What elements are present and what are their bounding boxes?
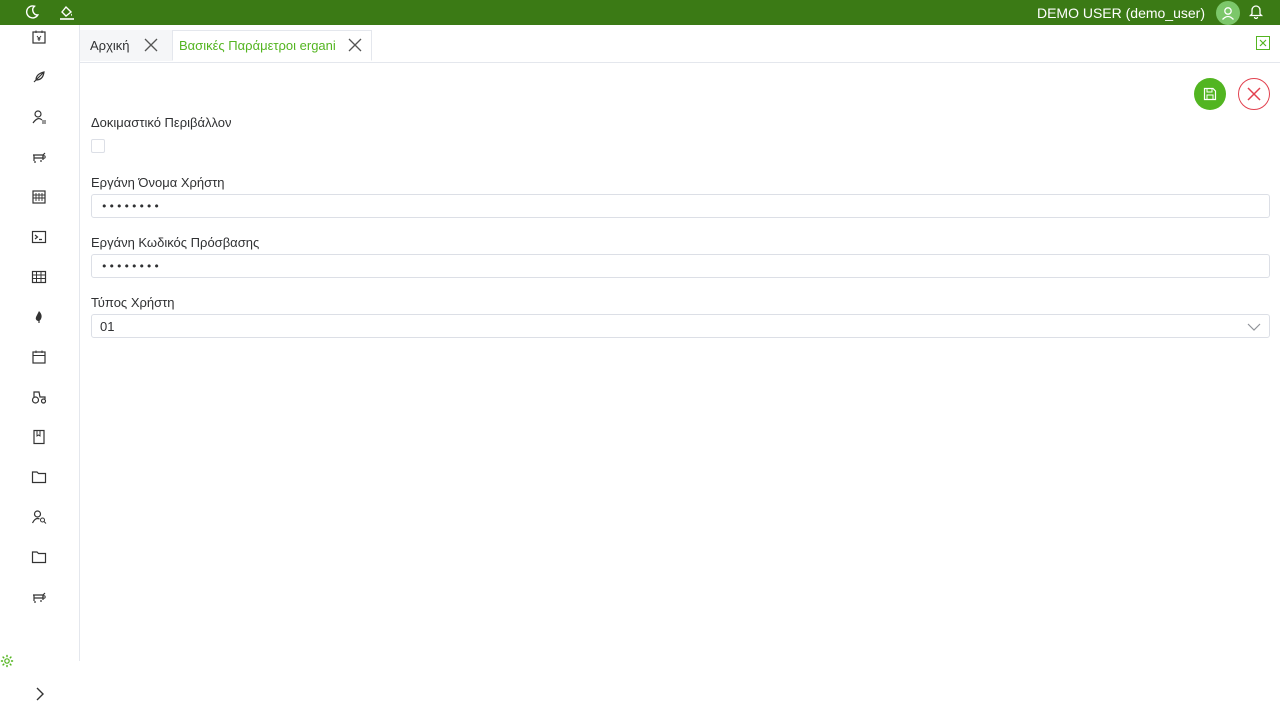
test-env-label: Δοκιμαστικό Περιβάλλον bbox=[91, 115, 232, 130]
table-grid-icon bbox=[31, 270, 47, 284]
user-type-select[interactable]: 01 bbox=[91, 314, 1270, 338]
close-icon bbox=[1247, 87, 1261, 101]
test-env-checkbox[interactable] bbox=[91, 139, 105, 153]
top-bar: DEMO USER (demo_user) bbox=[0, 0, 1280, 25]
user-type-value: 01 bbox=[100, 319, 115, 334]
tractor-icon bbox=[31, 391, 47, 404]
sidebar bbox=[0, 25, 80, 668]
sidebar-item-folder[interactable] bbox=[29, 467, 49, 487]
sidebar-item-calendar-yen[interactable] bbox=[29, 27, 49, 47]
save-button[interactable] bbox=[1194, 78, 1226, 110]
cow-icon bbox=[33, 152, 46, 163]
user-list-icon bbox=[32, 110, 46, 124]
password-label: Εργάνη Κωδικός Πρόσβασης bbox=[91, 235, 260, 250]
tab-label: Βασικές Παράμετροι ergani bbox=[179, 38, 336, 53]
tab-ergani-params[interactable]: Βασικές Παράμετροι ergani bbox=[172, 30, 372, 61]
sidebar-item-tractor[interactable] bbox=[29, 387, 49, 407]
folder-icon bbox=[31, 471, 47, 484]
sidebar-item-terminal[interactable] bbox=[29, 227, 49, 247]
tab-label: Αρχική bbox=[90, 38, 130, 53]
gear-icon[interactable] bbox=[0, 654, 14, 668]
chevron-down-icon bbox=[1247, 320, 1261, 334]
moon-icon[interactable] bbox=[23, 3, 41, 21]
tab-bar: Αρχική Βασικές Παράμετροι ergani bbox=[80, 25, 1280, 63]
fire-icon bbox=[35, 311, 42, 323]
calendar-yen-icon bbox=[32, 30, 46, 44]
folder-icon bbox=[31, 551, 47, 564]
feather-icon bbox=[33, 71, 45, 83]
sidebar-item-folder-2[interactable] bbox=[29, 547, 49, 567]
bell-icon[interactable] bbox=[1247, 2, 1265, 20]
close-icon[interactable] bbox=[348, 38, 362, 52]
chevron-right-icon[interactable] bbox=[32, 684, 48, 704]
sidebar-item-building[interactable] bbox=[29, 187, 49, 207]
save-icon bbox=[1203, 87, 1217, 101]
excel-icon[interactable] bbox=[1256, 36, 1270, 50]
sidebar-item-feather[interactable] bbox=[29, 67, 49, 87]
user-search-icon bbox=[31, 510, 47, 524]
sidebar-item-user-search[interactable] bbox=[29, 507, 49, 527]
user-name[interactable]: DEMO USER (demo_user) bbox=[1037, 5, 1205, 21]
sidebar-item-book[interactable] bbox=[29, 427, 49, 447]
username-label: Εργάνη Όνομα Χρήστη bbox=[91, 175, 225, 190]
sidebar-item-user-list[interactable] bbox=[29, 107, 49, 127]
sidebar-item-fire[interactable] bbox=[29, 307, 49, 327]
user-avatar-icon[interactable] bbox=[1216, 1, 1240, 25]
password-field[interactable] bbox=[91, 254, 1270, 278]
calendar-icon bbox=[32, 350, 46, 364]
sidebar-item-table[interactable] bbox=[29, 267, 49, 287]
building-icon bbox=[32, 190, 46, 204]
sidebar-item-cow[interactable] bbox=[29, 147, 49, 167]
cancel-button[interactable] bbox=[1238, 78, 1270, 110]
sidebar-item-cow-2[interactable] bbox=[29, 587, 49, 607]
cow-icon bbox=[33, 592, 46, 603]
book-icon bbox=[33, 429, 45, 445]
username-field[interactable] bbox=[91, 194, 1270, 218]
tab-home[interactable]: Αρχική bbox=[80, 30, 172, 61]
paint-bucket-icon[interactable] bbox=[58, 3, 76, 21]
sidebar-item-calendar[interactable] bbox=[29, 347, 49, 367]
close-icon[interactable] bbox=[144, 38, 158, 52]
terminal-icon bbox=[31, 230, 47, 244]
user-type-label: Τύπος Χρήστη bbox=[91, 295, 175, 310]
